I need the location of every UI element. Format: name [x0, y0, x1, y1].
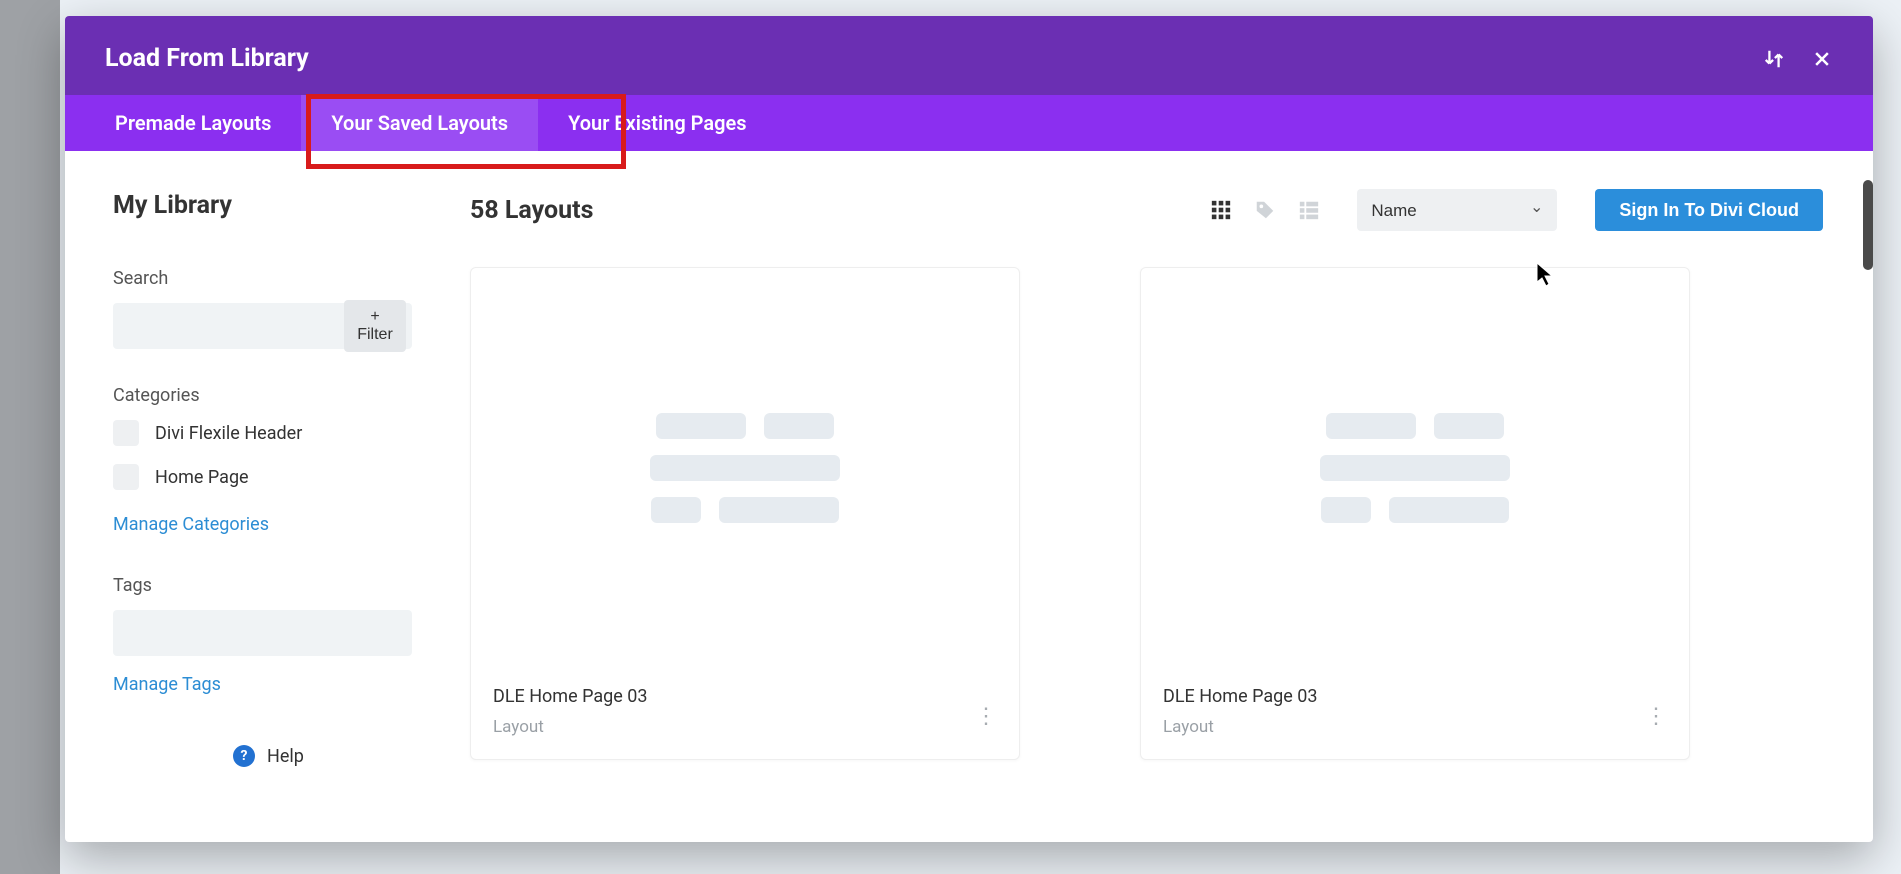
help-icon: ?: [233, 745, 255, 767]
tab-bar: Premade Layouts Your Saved Layouts Your …: [65, 95, 1873, 151]
layout-preview: [471, 268, 1019, 668]
main-header: 58 Layouts: [470, 189, 1823, 231]
card-menu-icon[interactable]: ⋮: [975, 686, 997, 728]
signin-divi-cloud-button[interactable]: Sign In To Divi Cloud: [1595, 189, 1823, 231]
modal-header-actions: [1763, 48, 1833, 70]
category-label: Divi Flexile Header: [155, 423, 302, 444]
tab-existing-pages[interactable]: Your Existing Pages: [538, 95, 777, 151]
help-label: Help: [267, 746, 304, 767]
load-library-modal: Load From Library Premade Layouts Your S…: [65, 16, 1873, 842]
modal-header: Load From Library: [65, 16, 1873, 95]
modal-body: My Library Search + Filter Categories Di…: [65, 151, 1873, 842]
sort-select-wrap: Name: [1357, 189, 1557, 231]
card-footer: DLE Home Page 03 Layout ⋮: [1141, 668, 1689, 759]
modal-title: Load From Library: [105, 44, 309, 73]
category-row: Divi Flexile Header: [113, 420, 412, 446]
layouts-count: 58 Layouts: [470, 196, 1189, 225]
layout-preview: [1141, 268, 1689, 668]
list-view-icon[interactable]: [1297, 198, 1321, 222]
grid-view-icon[interactable]: [1209, 198, 1233, 222]
card-title: DLE Home Page 03: [1163, 686, 1645, 707]
library-main: 58 Layouts: [460, 151, 1873, 842]
card-type: Layout: [1163, 717, 1645, 737]
search-label: Search: [113, 268, 412, 289]
layout-card[interactable]: DLE Home Page 03 Layout ⋮: [1140, 267, 1690, 760]
mouse-cursor: [1536, 262, 1556, 288]
tab-saved-layouts[interactable]: Your Saved Layouts: [301, 95, 538, 151]
search-box: + Filter: [113, 303, 412, 349]
close-icon[interactable]: [1811, 48, 1833, 70]
filter-button[interactable]: + Filter: [344, 300, 406, 352]
card-footer: DLE Home Page 03 Layout ⋮: [471, 668, 1019, 759]
layout-card[interactable]: DLE Home Page 03 Layout ⋮: [470, 267, 1020, 760]
view-toggles: [1209, 198, 1321, 222]
modal-scrollbar[interactable]: [1863, 180, 1873, 270]
card-title: DLE Home Page 03: [493, 686, 975, 707]
tags-label: Tags: [113, 575, 412, 596]
library-title: My Library: [113, 191, 412, 220]
categories-label: Categories: [113, 385, 412, 406]
import-export-icon[interactable]: [1763, 48, 1785, 70]
wp-admin-sidebar-dimmed: [0, 0, 60, 874]
manage-tags-link[interactable]: Manage Tags: [113, 674, 221, 695]
card-type: Layout: [493, 717, 975, 737]
category-row: Home Page: [113, 464, 412, 490]
card-grid: DLE Home Page 03 Layout ⋮ DLE Ho: [470, 267, 1823, 760]
library-sidebar: My Library Search + Filter Categories Di…: [65, 151, 460, 842]
tab-premade-layouts[interactable]: Premade Layouts: [85, 95, 301, 151]
category-label: Home Page: [155, 467, 249, 488]
help-row[interactable]: ? Help: [113, 745, 412, 767]
sort-select[interactable]: Name: [1357, 189, 1557, 231]
card-menu-icon[interactable]: ⋮: [1645, 686, 1667, 728]
category-checkbox[interactable]: [113, 420, 139, 446]
tag-input[interactable]: [113, 610, 412, 656]
category-checkbox[interactable]: [113, 464, 139, 490]
manage-categories-link[interactable]: Manage Categories: [113, 514, 269, 535]
search-input[interactable]: [113, 317, 344, 335]
tag-view-icon[interactable]: [1253, 198, 1277, 222]
